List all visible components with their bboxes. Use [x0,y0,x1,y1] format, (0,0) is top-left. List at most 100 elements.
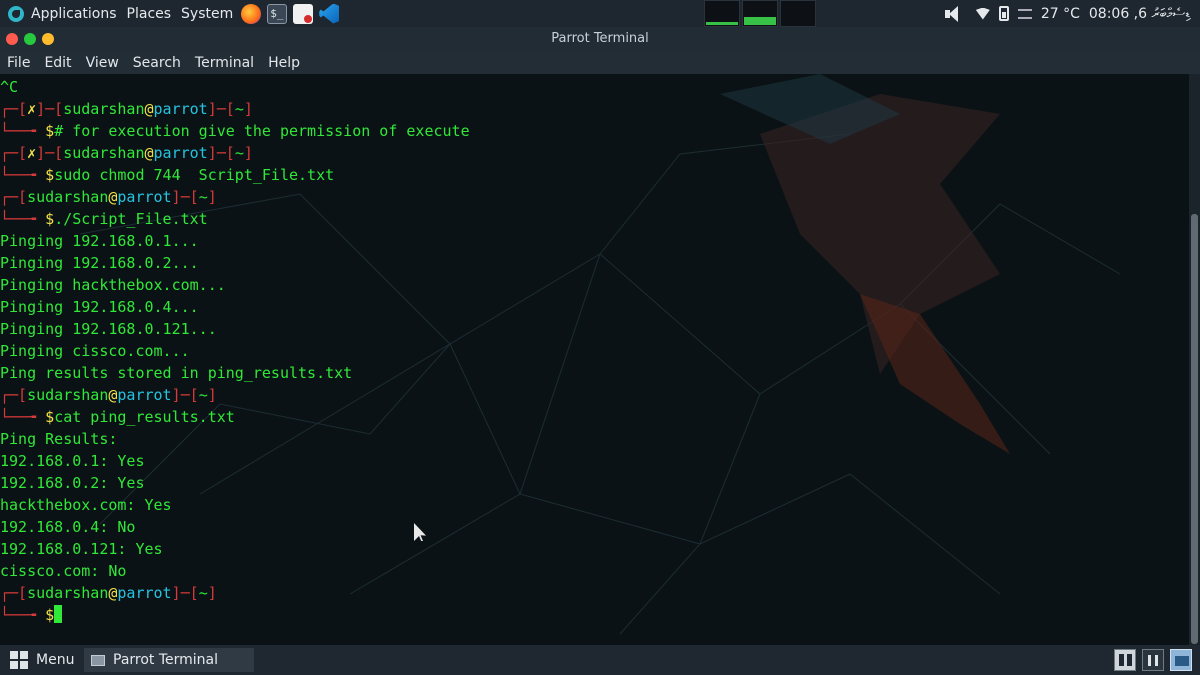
clock-text[interactable]: 08:06 ,6 ޑިސެމްބަރު [1089,6,1190,22]
terminal-area[interactable]: ^C ┌─[✗]─[sudarshan@parrot]─[~] └──╼ $# fo… [0,74,1189,645]
window-titlebar[interactable]: Parrot Terminal [0,27,1200,51]
menu-help[interactable]: Help [261,55,307,71]
terminal-text-segment: Pinging 192.168.0.121... [0,320,217,338]
cpu-monitor[interactable] [704,0,740,27]
terminal-text-segment: 192.168.0.121: Yes [0,540,163,558]
terminal-text-segment: Pinging 192.168.0.4... [0,298,199,316]
terminal-line: Ping Results: [0,428,470,450]
firefox-icon[interactable] [241,3,262,24]
terminal-text-segment: cat ping_results.txt [54,408,235,426]
workspace-2-button[interactable] [1142,649,1164,671]
terminal-text-segment: └──╼ [0,166,46,184]
terminal-text-segment: ]─[ [171,584,199,602]
battery-icon[interactable] [998,6,1009,21]
terminal-text-segment: ┌─[ [0,188,28,206]
terminal-line: └──╼ $ [0,604,470,626]
terminal-text-segment: ]─[ [36,144,64,162]
menu-file[interactable]: File [0,55,37,71]
terminal-line: ┌─[✗]─[sudarshan@parrot]─[~] [0,142,470,164]
parrot-logo-icon[interactable] [8,5,24,22]
terminal-text-segment: ┌─[ [0,100,28,118]
workspace-1-button[interactable] [1114,649,1136,671]
terminal-text-segment: ✗ [27,100,37,118]
terminal-text-segment: ┌─[ [0,144,28,162]
terminal-text-segment: parrot [153,100,208,118]
volume-icon[interactable] [944,5,967,23]
terminal-window-icon [91,654,105,666]
terminal-line: 192.168.0.1: Yes [0,450,470,472]
terminal-text-segment: ]─[ [171,386,199,404]
terminal-text-segment: # for execution give the permission of e… [54,122,470,140]
terminal-line: 192.168.0.121: Yes [0,538,470,560]
terminal-text-segment: hackthebox.com: Yes [0,496,172,514]
terminal-line: Pinging 192.168.0.2... [0,252,470,274]
menu-button-label: Menu [36,652,75,668]
terminal-text-segment: ┌─[ [0,584,28,602]
menu-terminal[interactable]: Terminal [188,55,261,71]
scrollbar-thumb[interactable] [1191,214,1198,644]
workspace-switcher [1114,649,1192,671]
terminal-text-segment: └──╼ [0,122,46,140]
terminal-text-segment: $ [45,210,55,228]
taskbar-item-parrot-terminal[interactable]: Parrot Terminal [84,648,254,672]
menu-applications[interactable]: Applications [26,0,122,27]
terminal-text-segment: Pinging 192.168.0.2... [0,254,199,272]
memory-monitor[interactable] [742,0,778,27]
terminal-icon[interactable]: $_ [267,3,288,24]
wifi-icon[interactable] [975,7,990,20]
menu-grid-icon [10,651,28,669]
terminal-line: Pinging cissco.com... [0,340,470,362]
terminal-line: Ping results stored in ping_results.txt [0,362,470,384]
terminal-line: └──╼ $sudo chmod 744 Script_File.txt [0,164,470,186]
terminal-text-segment: 192.168.0.4: No [0,518,136,536]
terminal-line: Pinging 192.168.0.4... [0,296,470,318]
terminal-text-segment: Ping Results: [0,430,118,448]
terminal-text-segment: parrot [117,188,172,206]
terminal-text-segment: ~ [234,144,244,162]
terminal-text-segment: @ [144,100,154,118]
terminal-line: ^C [0,76,470,98]
temperature-text[interactable]: 27 °C [1041,6,1080,22]
network-monitor[interactable] [780,0,816,27]
menu-view[interactable]: View [79,55,126,71]
workspace-3-button[interactable] [1170,649,1192,671]
document-icon[interactable] [293,3,314,24]
terminal-text-segment: ~ [198,584,208,602]
weather-icon[interactable] [1017,8,1032,19]
terminal-text-segment: Pinging 192.168.0.1... [0,232,199,250]
bottom-panel: Menu Parrot Terminal [0,645,1200,675]
terminal-text-segment: ~ [198,188,208,206]
terminal-text-segment: 192.168.0.1: Yes [0,452,145,470]
terminal-text-segment: ┌─[ [0,386,28,404]
terminal-output[interactable]: ^C ┌─[✗]─[sudarshan@parrot]─[~] └──╼ $# fo… [0,76,470,626]
terminal-text-segment: ]─[ [207,144,235,162]
terminal-text-segment: ]─[ [171,188,199,206]
terminal-line: └──╼ $# for execution give the permissio… [0,120,470,142]
menu-places[interactable]: Places [122,0,177,27]
menu-system[interactable]: System [176,0,238,27]
terminal-text-segment: └──╼ [0,210,46,228]
terminal-line: ┌─[✗]─[sudarshan@parrot]─[~] [0,98,470,120]
vscode-icon[interactable] [319,3,340,24]
terminal-text-segment: ~ [234,100,244,118]
terminal-line: cissco.com: No [0,560,470,582]
terminal-scrollbar[interactable] [1189,74,1200,645]
terminal-text-segment: ] [207,386,217,404]
terminal-text-segment: parrot [117,584,172,602]
terminal-line: 192.168.0.4: No [0,516,470,538]
menu-bar: File Edit View Search Terminal Help [0,51,1200,74]
menu-search[interactable]: Search [126,55,188,71]
terminal-text-segment: ] [243,144,253,162]
terminal-line: └──╼ $./Script_File.txt [0,208,470,230]
taskbar-item-label: Parrot Terminal [113,652,219,668]
terminal-text-segment: $ [45,408,55,426]
terminal-text-segment: ^C [0,78,19,96]
terminal-line: ┌─[sudarshan@parrot]─[~] [0,384,470,406]
terminal-text-segment: sudarshan [63,100,145,118]
menu-edit[interactable]: Edit [37,55,78,71]
terminal-text-segment: Pinging hackthebox.com... [0,276,226,294]
terminal-text-segment: 192.168.0.2: Yes [0,474,145,492]
menu-button[interactable]: Menu [10,651,74,669]
terminal-text-segment: @ [144,144,154,162]
terminal-text-segment: Pinging cissco.com... [0,342,190,360]
